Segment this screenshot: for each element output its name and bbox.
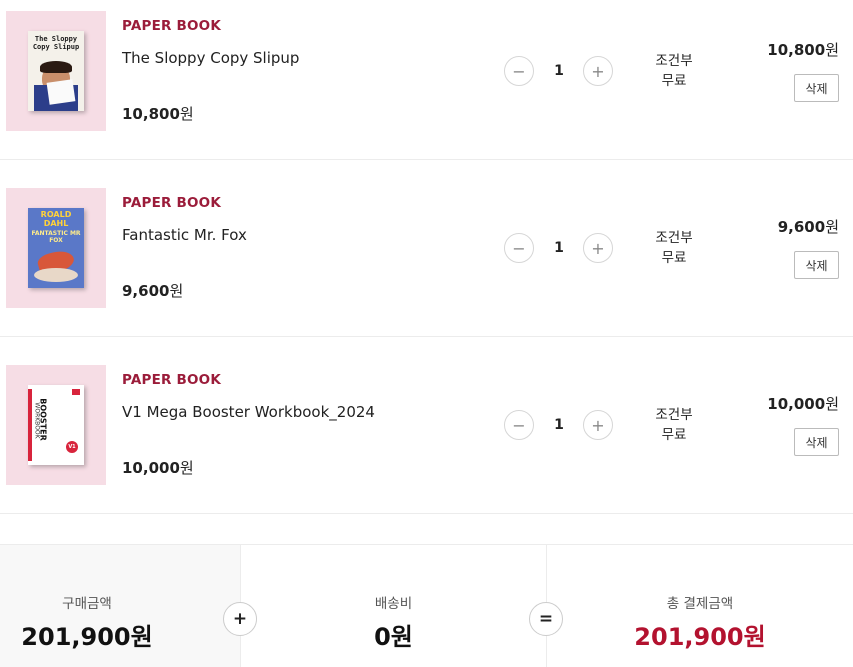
shipping-info: 조건부 무료: [655, 407, 693, 443]
plus-icon: +: [591, 415, 605, 435]
quantity-increase-button[interactable]: +: [583, 56, 613, 86]
book-cover-fantastic-mr-fox: ROALD DAHL FANTASTIC MR FOX: [28, 208, 84, 288]
delete-button[interactable]: 삭제: [794, 251, 839, 279]
purchase-amount-label: 구매금액: [62, 596, 112, 612]
equals-operator-icon: =: [529, 602, 563, 636]
book-thumbnail[interactable]: BOOSTER WORKBOOK V1: [6, 365, 106, 485]
total-payment-label: 총 결제금액: [666, 596, 734, 612]
line-total-price: 10,800원: [767, 41, 839, 59]
purchase-amount-value: 201,900원: [21, 623, 153, 651]
book-cover-v1-booster: BOOSTER WORKBOOK V1: [28, 385, 84, 465]
product-category: PAPER BOOK: [122, 372, 222, 388]
book-thumbnail[interactable]: ROALD DAHL FANTASTIC MR FOX: [6, 188, 106, 308]
quantity-value: 1: [554, 63, 564, 79]
cover-title: FANTASTIC MR FOX: [31, 230, 81, 244]
quantity-increase-button[interactable]: +: [583, 233, 613, 263]
minus-icon: −: [512, 238, 526, 258]
minus-icon: −: [512, 61, 526, 81]
cart-item: The Sloppy Copy Slipup PAPER BOOK The Sl…: [0, 0, 853, 160]
order-summary: 구매금액 201,900원 + 배송비 0원 = 총 결제금액 201,900원: [0, 544, 853, 667]
shipping-info: 조건부 무료: [655, 230, 693, 266]
product-title[interactable]: The Sloppy Copy Slipup: [122, 49, 299, 67]
delete-button[interactable]: 삭제: [794, 428, 839, 456]
line-total-price: 10,000원: [767, 395, 839, 413]
shipping-fee-value: 0원: [374, 623, 413, 651]
quantity-value: 1: [554, 417, 564, 433]
plus-operator-icon: +: [223, 602, 257, 636]
total-payment-value: 201,900원: [634, 623, 766, 651]
plus-icon: +: [591, 61, 605, 81]
unit-price: 10,000원: [122, 459, 194, 477]
cover-subtitle: WORKBOOK: [33, 402, 41, 439]
cover-author: ROALD DAHL: [40, 210, 72, 228]
total-payment-panel: 총 결제금액 201,900원: [547, 545, 853, 667]
quantity-increase-button[interactable]: +: [583, 410, 613, 440]
book-thumbnail[interactable]: The Sloppy Copy Slipup: [6, 11, 106, 131]
product-category: PAPER BOOK: [122, 195, 222, 211]
shipping-fee-panel: 배송비 0원: [240, 545, 547, 667]
quantity-decrease-button[interactable]: −: [504, 56, 534, 86]
cover-title: The Sloppy Copy Slipup: [32, 35, 80, 51]
product-title[interactable]: V1 Mega Booster Workbook_2024: [122, 403, 375, 421]
line-total-price: 9,600원: [777, 218, 839, 236]
unit-price: 10,800원: [122, 105, 194, 123]
delete-button[interactable]: 삭제: [794, 74, 839, 102]
quantity-decrease-button[interactable]: −: [504, 233, 534, 263]
shipping-info: 조건부 무료: [655, 53, 693, 89]
cart-item: ROALD DAHL FANTASTIC MR FOX PAPER BOOK F…: [0, 177, 853, 337]
purchase-amount-panel: 구매금액 201,900원: [0, 545, 240, 667]
product-title[interactable]: Fantastic Mr. Fox: [122, 226, 247, 244]
plus-icon: +: [591, 238, 605, 258]
book-cover-sloppy-copy: The Sloppy Copy Slipup: [28, 31, 84, 111]
quantity-decrease-button[interactable]: −: [504, 410, 534, 440]
cart-item: BOOSTER WORKBOOK V1 PAPER BOOK V1 Mega B…: [0, 354, 853, 514]
cover-badge: V1: [66, 441, 78, 453]
product-category: PAPER BOOK: [122, 18, 222, 34]
minus-icon: −: [512, 415, 526, 435]
shipping-fee-label: 배송비: [374, 596, 413, 612]
unit-price: 9,600원: [122, 282, 184, 300]
quantity-value: 1: [554, 240, 564, 256]
